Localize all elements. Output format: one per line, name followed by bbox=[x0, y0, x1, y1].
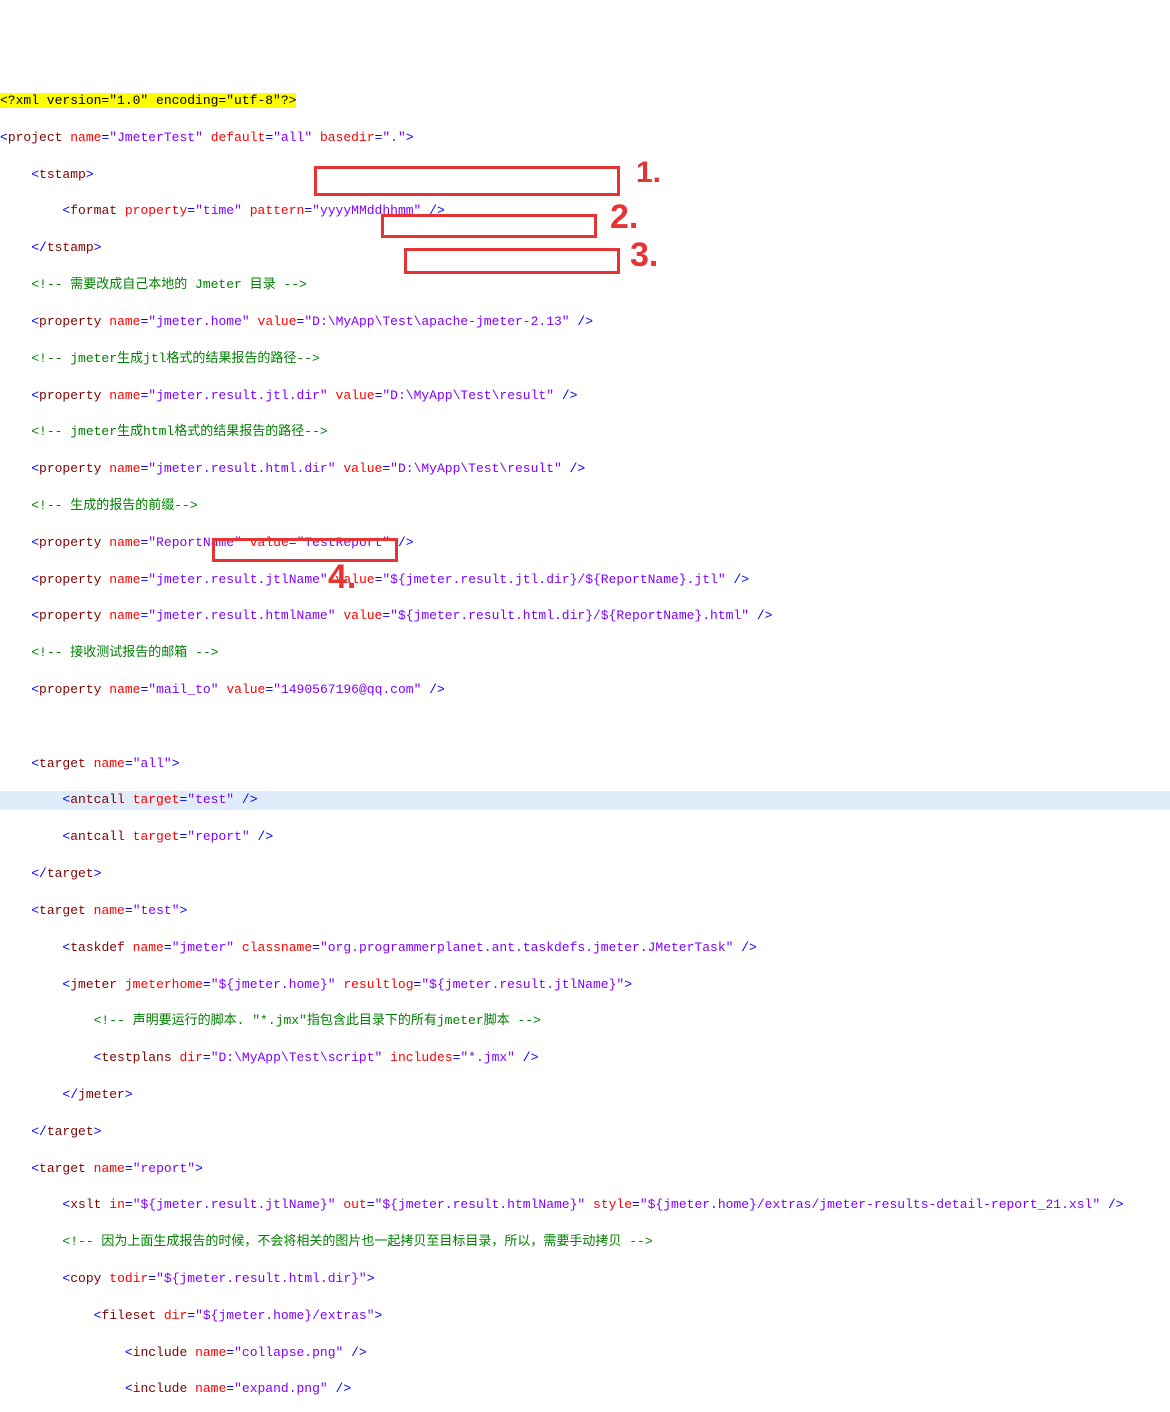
comment: <!-- 需要改成自己本地的 Jmeter 目录 --> bbox=[31, 277, 307, 292]
xml-declaration: <?xml version="1.0" encoding="utf-8"?> bbox=[0, 93, 296, 108]
code-editor: <?xml version="1.0" encoding="utf-8"?> <… bbox=[0, 74, 1170, 1412]
